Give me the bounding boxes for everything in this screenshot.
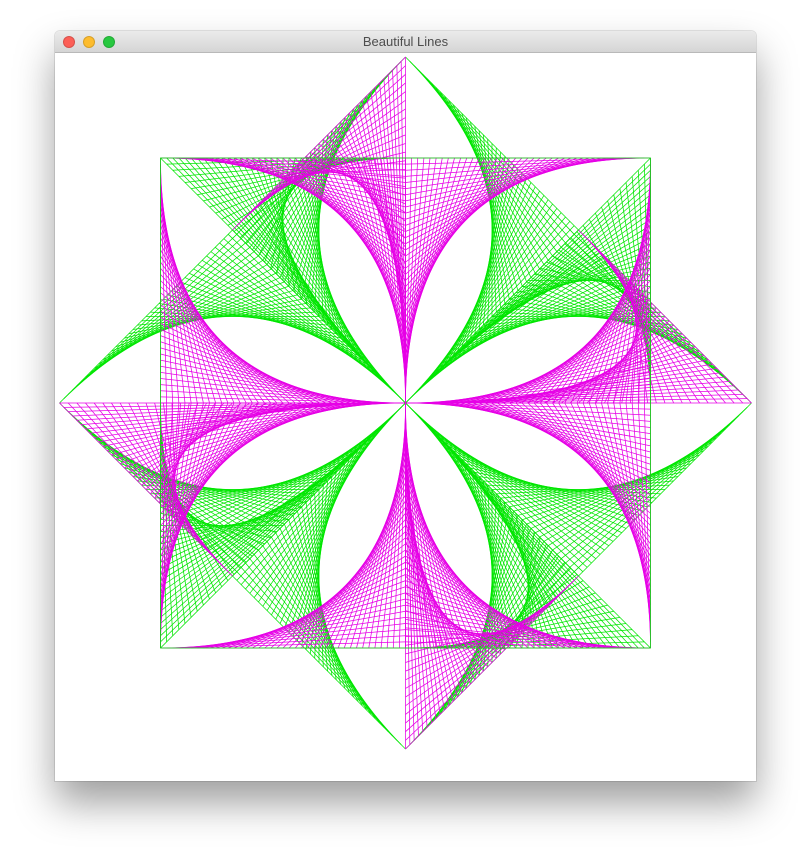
drawing-canvas	[55, 53, 756, 781]
app-window: Beautiful Lines	[55, 31, 756, 781]
string-art	[59, 56, 752, 750]
title-bar[interactable]: Beautiful Lines	[55, 31, 756, 53]
window-title: Beautiful Lines	[362, 34, 449, 49]
